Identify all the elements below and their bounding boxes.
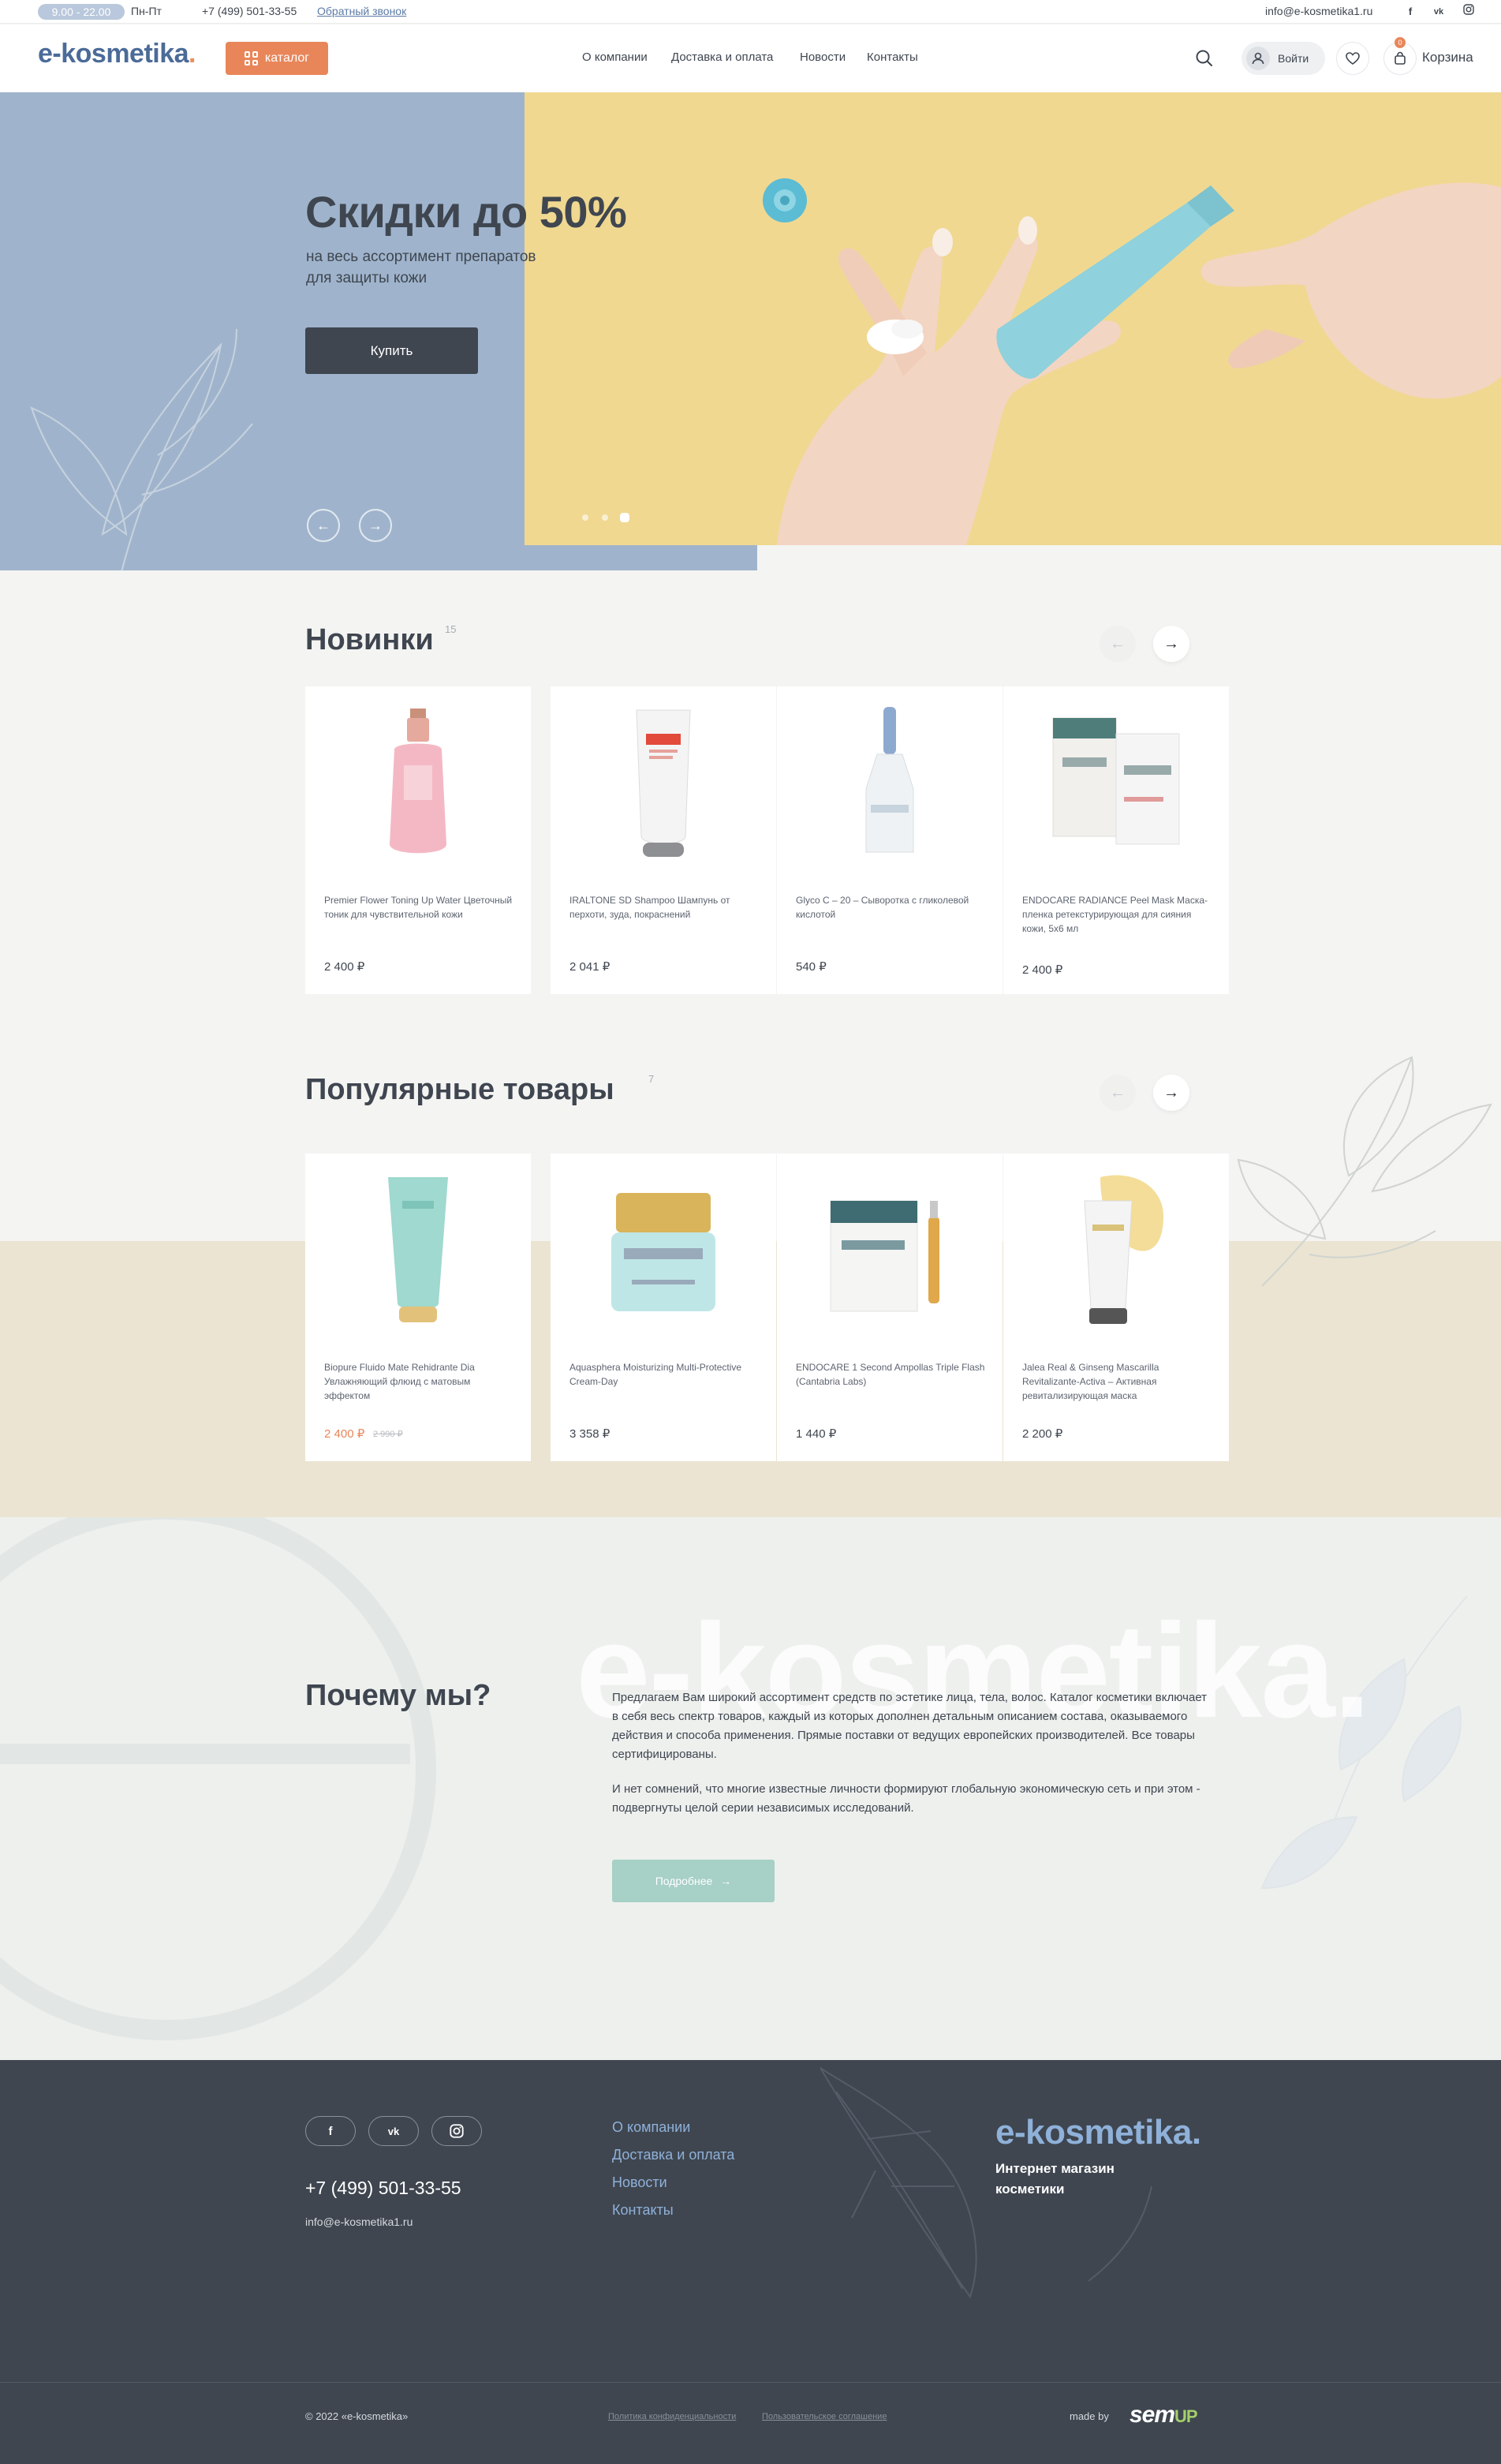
- product-card[interactable]: Jalea Real & Ginseng Mascarilla Revitali…: [1003, 1153, 1229, 1461]
- popular-prev-arrow-icon[interactable]: ←: [1100, 1075, 1136, 1111]
- product-card[interactable]: Biopure Fluido Mate Rehidrante Dia Увлаж…: [305, 1153, 531, 1461]
- callback-link[interactable]: Обратный звонок: [317, 5, 406, 17]
- header: e-kosmetika. каталог О компании Доставка…: [0, 24, 1501, 92]
- why-paragraph: И нет сомнений, что многие известные лич…: [612, 1782, 1200, 1815]
- footer-logo[interactable]: e-kosmetika.: [995, 2113, 1201, 2152]
- top-bar: 9.00 - 22.00 Пн-Пт +7 (499) 501-33-55 Об…: [0, 0, 1501, 24]
- new-items-next-arrow-icon[interactable]: →: [1153, 626, 1189, 662]
- user-icon: [1246, 47, 1270, 70]
- site-logo[interactable]: e-kosmetika.: [38, 39, 196, 69]
- product-name: Aquasphera Moisturizing Multi-Protective…: [569, 1362, 742, 1387]
- nav-about[interactable]: О компании: [582, 50, 648, 64]
- product-price: 2 200 ₽: [1022, 1427, 1063, 1441]
- footer-link-news[interactable]: Новости: [612, 2174, 667, 2191]
- product-image: [1003, 702, 1229, 860]
- nav-news[interactable]: Новости: [800, 50, 846, 64]
- product-price: 2 400 ₽: [324, 960, 365, 974]
- product-price: 2 400 ₽: [1022, 963, 1063, 977]
- catalog-button[interactable]: каталог: [226, 42, 328, 75]
- hands-with-cream-tube-image: [763, 178, 1501, 545]
- product-price: 540 ₽: [796, 960, 827, 974]
- product-name: Biopure Fluido Mate Rehidrante Dia Увлаж…: [324, 1362, 475, 1401]
- product-price: 2 041 ₽: [569, 960, 610, 974]
- hero-slide-dot-active[interactable]: [620, 513, 629, 522]
- product-name: Glyco C – 20 – Сыворотка с гликолевой ки…: [796, 895, 969, 920]
- product-card[interactable]: Premier Flower Toning Up Water Цветочный…: [305, 686, 531, 994]
- hero-slide-dot[interactable]: [602, 514, 608, 521]
- popular-title: Популярные товары: [305, 1073, 614, 1106]
- hero-prev-arrow-icon[interactable]: ←: [307, 509, 340, 542]
- user-agreement-link[interactable]: Пользовательское соглашение: [762, 2412, 887, 2421]
- hero-subtitle: на весь ассортимент препаратов для защит…: [306, 249, 536, 286]
- product-name: ENDOCARE 1 Second Ampollas Triple Flash …: [796, 1362, 985, 1387]
- working-hours-badge: 9.00 - 22.00: [38, 4, 125, 20]
- privacy-policy-link[interactable]: Политика конфиденциальности: [608, 2412, 736, 2421]
- footer-facebook-icon[interactable]: f: [305, 2116, 356, 2146]
- login-button[interactable]: Войти: [1241, 42, 1325, 75]
- hero-image: [525, 92, 1501, 545]
- topbar-phone-link[interactable]: +7 (499) 501-33-55: [202, 5, 297, 17]
- popular-next-arrow-icon[interactable]: →: [1153, 1075, 1189, 1111]
- vk-icon[interactable]: vk: [1431, 4, 1447, 20]
- hero-title: Скидки до 50%: [305, 187, 627, 237]
- instagram-icon[interactable]: [1461, 4, 1477, 20]
- footer-phone[interactable]: +7 (499) 501-33-55: [305, 2178, 461, 2199]
- product-card[interactable]: Aquasphera Moisturizing Multi-Protective…: [551, 1153, 776, 1461]
- product-name: IRALTONE SD Shampoo Шампунь от перхоти, …: [569, 895, 730, 920]
- hero-next-arrow-icon[interactable]: →: [359, 509, 392, 542]
- more-button[interactable]: Подробнее →: [612, 1860, 775, 1902]
- hero-slide-dot[interactable]: [582, 514, 588, 521]
- product-card[interactable]: IRALTONE SD Shampoo Шампунь от перхоти, …: [551, 686, 776, 994]
- new-items-count: 15: [445, 623, 457, 635]
- cart-count-badge: 0: [1395, 37, 1406, 48]
- nav-delivery[interactable]: Доставка и оплата: [671, 50, 773, 64]
- grid-icon: [244, 51, 259, 65]
- footer-instagram-icon[interactable]: [431, 2116, 482, 2146]
- facebook-icon[interactable]: f: [1402, 4, 1418, 20]
- footer-tagline: Интернет магазин косметики: [995, 2161, 1115, 2197]
- product-card[interactable]: ENDOCARE RADIANCE Peel Mask Маска-пленка…: [1003, 686, 1229, 994]
- product-name: Jalea Real & Ginseng Mascarilla Revitali…: [1022, 1362, 1159, 1401]
- footer-link-contacts[interactable]: Контакты: [612, 2202, 674, 2219]
- product-card[interactable]: Glyco C – 20 – Сыворотка с гликолевой ки…: [777, 686, 1003, 994]
- product-name: Premier Flower Toning Up Water Цветочный…: [324, 895, 513, 920]
- arrow-right-icon: →: [720, 1875, 732, 1887]
- new-items-title: Новинки: [305, 623, 434, 656]
- leaf-decoration-icon: [820, 2067, 1152, 2299]
- product-name: ENDOCARE RADIANCE Peel Mask Маска-пленка…: [1022, 895, 1208, 934]
- working-days: Пн-Пт: [131, 5, 162, 17]
- product-price: 1 440 ₽: [796, 1427, 837, 1441]
- why-title: Почему мы?: [305, 1679, 491, 1712]
- product-image: [305, 1169, 531, 1327]
- product-price: 3 358 ₽: [569, 1427, 610, 1441]
- copyright: © 2022 «e-kosmetika»: [305, 2410, 409, 2422]
- product-image: [551, 1169, 776, 1327]
- hero-buy-button[interactable]: Купить: [305, 327, 478, 374]
- footer-divider: [0, 2382, 1501, 2383]
- footer-link-delivery[interactable]: Доставка и оплата: [612, 2147, 734, 2163]
- footer-vk-icon[interactable]: vk: [368, 2116, 419, 2146]
- footer-link-about[interactable]: О компании: [612, 2119, 690, 2136]
- topbar-email-link[interactable]: info@e-kosmetika1.ru: [1265, 5, 1372, 17]
- popular-count: 7: [648, 1073, 655, 1085]
- why-paragraph: Предлагаем Вам широкий ассортимент средс…: [612, 1691, 1208, 1761]
- footer-email[interactable]: info@e-kosmetika1.ru: [305, 2215, 413, 2228]
- product-image: [305, 702, 531, 860]
- product-card[interactable]: ENDOCARE 1 Second Ampollas Triple Flash …: [777, 1153, 1003, 1461]
- developer-logo[interactable]: semUP: [1129, 2402, 1198, 2428]
- product-old-price: 2 990 ₽: [373, 1430, 403, 1439]
- product-sale-price: 2 400 ₽: [324, 1427, 365, 1441]
- product-image: [1003, 1169, 1229, 1327]
- footer: [0, 2060, 1501, 2464]
- favorites-heart-icon[interactable]: [1336, 42, 1369, 75]
- product-image: [777, 1169, 1003, 1327]
- search-icon[interactable]: [1193, 47, 1216, 70]
- made-by-label: made by: [1070, 2410, 1109, 2422]
- product-image: [777, 702, 1003, 860]
- new-items-prev-arrow-icon[interactable]: ←: [1100, 626, 1136, 662]
- leaf-decoration-icon: [1237, 1056, 1492, 1287]
- product-image: [551, 702, 776, 860]
- nav-contacts[interactable]: Контакты: [867, 50, 918, 64]
- cart-label[interactable]: Корзина: [1422, 50, 1473, 65]
